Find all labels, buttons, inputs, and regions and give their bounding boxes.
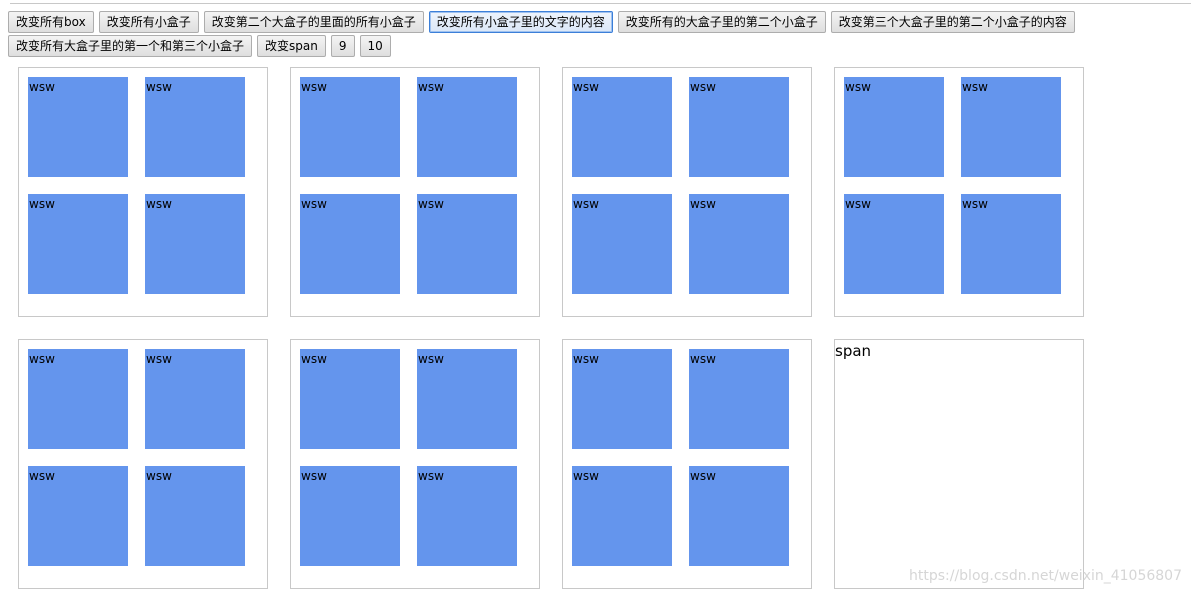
small-box: wsw (961, 77, 1061, 177)
small-box: wsw (417, 77, 517, 177)
top-divider (10, 3, 1191, 4)
small-box: wsw (300, 194, 400, 294)
change-small-box-text-button[interactable]: 改变所有小盒子里的文字的内容 (428, 11, 613, 33)
big-box-6: wsw wsw wsw wsw (290, 339, 540, 589)
big-box-1: wsw wsw wsw wsw (18, 67, 268, 317)
small-box: wsw (145, 77, 245, 177)
small-box: wsw (689, 349, 789, 449)
change-third-big-box-second-small-box-content-button[interactable]: 改变第三个大盒子里的第二个小盒子的内容 (830, 11, 1075, 33)
small-box: wsw (28, 194, 128, 294)
change-span-button[interactable]: 改变span (257, 35, 326, 57)
big-box-7: wsw wsw wsw wsw (562, 339, 812, 589)
big-box-5: wsw wsw wsw wsw (18, 339, 268, 589)
small-box: wsw (689, 77, 789, 177)
small-box: wsw (28, 466, 128, 566)
button-row-1: 改变所有box 改变所有小盒子 改变第二个大盒子的里面的所有小盒子 改变所有小盒… (8, 11, 1186, 33)
small-box: wsw (572, 194, 672, 294)
small-box: wsw (961, 194, 1061, 294)
big-box-2: wsw wsw wsw wsw (290, 67, 540, 317)
small-box: wsw (417, 466, 517, 566)
small-box: wsw (28, 349, 128, 449)
small-box: wsw (145, 466, 245, 566)
span-element: span (835, 342, 872, 360)
change-second-small-box-in-all-big-boxes-button[interactable]: 改变所有的大盒子里的第二个小盒子 (617, 11, 826, 33)
small-box: wsw (300, 349, 400, 449)
small-box: wsw (844, 194, 944, 294)
change-first-and-third-small-boxes-button[interactable]: 改变所有大盒子里的第一个和第三个小盒子 (8, 35, 253, 57)
big-box-4: wsw wsw wsw wsw (834, 67, 1084, 317)
small-box: wsw (28, 77, 128, 177)
button-10[interactable]: 10 (359, 35, 391, 57)
small-box: wsw (572, 349, 672, 449)
small-box: wsw (417, 194, 517, 294)
big-box-8: span (834, 339, 1084, 589)
watermark: https://blog.csdn.net/weixin_41056807 (908, 568, 1182, 584)
button-toolbar: 改变所有box 改变所有小盒子 改变第二个大盒子的里面的所有小盒子 改变所有小盒… (8, 11, 1186, 59)
small-box: wsw (300, 77, 400, 177)
small-box: wsw (145, 194, 245, 294)
button-9[interactable]: 9 (330, 35, 355, 57)
change-all-box-button[interactable]: 改变所有box (8, 11, 94, 33)
button-row-2: 改变所有大盒子里的第一个和第三个小盒子 改变span 9 10 (8, 35, 1186, 57)
change-second-big-box-small-boxes-button[interactable]: 改变第二个大盒子的里面的所有小盒子 (203, 11, 424, 33)
big-box-3: wsw wsw wsw wsw (562, 67, 812, 317)
small-box: wsw (572, 77, 672, 177)
small-box: wsw (844, 77, 944, 177)
small-box: wsw (145, 349, 245, 449)
small-box: wsw (300, 466, 400, 566)
small-box: wsw (689, 466, 789, 566)
small-box: wsw (417, 349, 517, 449)
small-box: wsw (689, 194, 789, 294)
change-all-small-box-button[interactable]: 改变所有小盒子 (98, 11, 199, 33)
small-box: wsw (572, 466, 672, 566)
